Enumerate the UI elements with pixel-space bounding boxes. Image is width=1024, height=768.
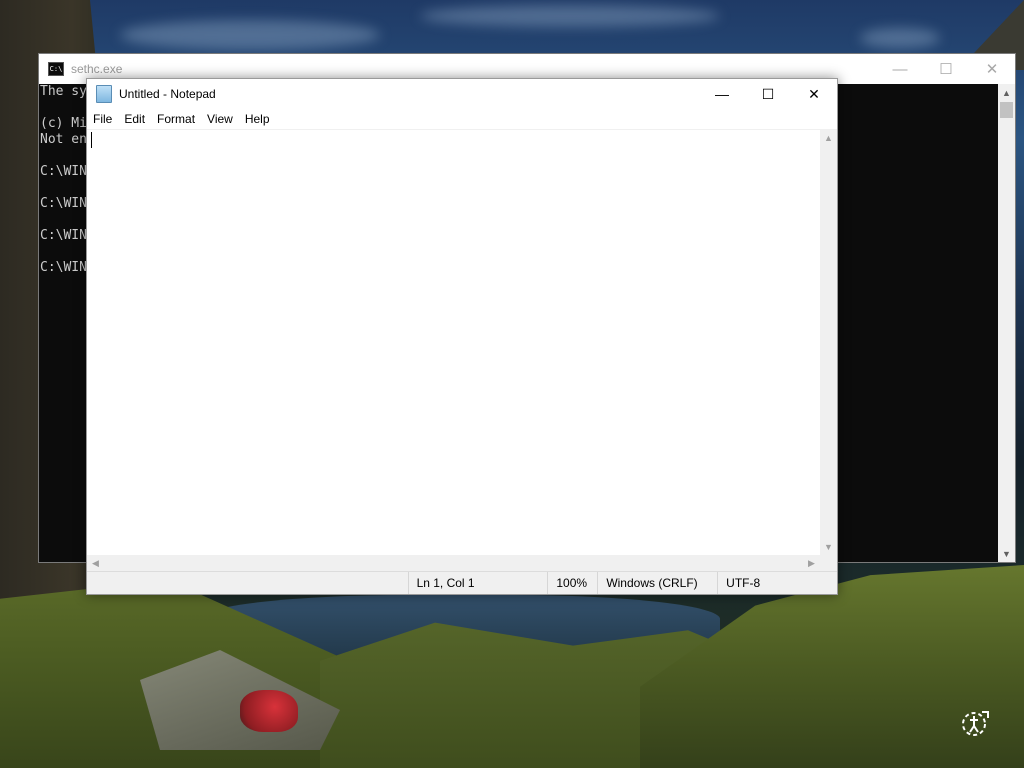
cloud bbox=[860, 28, 940, 48]
notepad-vertical-scrollbar[interactable]: ▲ ▼ bbox=[820, 129, 837, 555]
menu-view[interactable]: View bbox=[201, 109, 239, 129]
console-maximize-button[interactable]: ☐ bbox=[923, 54, 969, 84]
status-cursor-position: Ln 1, Col 1 bbox=[407, 572, 548, 594]
scroll-left-icon[interactable]: ◀ bbox=[87, 558, 104, 569]
notepad-minimize-button[interactable]: — bbox=[699, 79, 745, 109]
status-spacer bbox=[87, 572, 408, 594]
notepad-maximize-button[interactable]: ☐ bbox=[745, 79, 791, 109]
status-line-endings: Windows (CRLF) bbox=[597, 572, 717, 594]
cloud bbox=[420, 5, 720, 27]
scrollbar-corner bbox=[820, 555, 837, 572]
console-close-button[interactable]: ✕ bbox=[969, 54, 1015, 84]
console-minimize-button[interactable]: — bbox=[877, 54, 923, 84]
text-caret bbox=[91, 132, 92, 148]
menu-help[interactable]: Help bbox=[239, 109, 276, 129]
status-zoom: 100% bbox=[547, 572, 597, 594]
scroll-right-icon[interactable]: ▶ bbox=[803, 558, 820, 569]
scroll-up-icon[interactable]: ▲ bbox=[820, 129, 837, 146]
notepad-horizontal-scrollbar[interactable]: ◀ ▶ bbox=[87, 555, 820, 572]
notepad-status-bar: Ln 1, Col 1 100% Windows (CRLF) UTF-8 bbox=[87, 571, 837, 594]
notepad-close-button[interactable]: ✕ bbox=[791, 79, 837, 109]
menu-edit[interactable]: Edit bbox=[118, 109, 151, 129]
console-app-icon: C:\ bbox=[48, 62, 64, 76]
notepad-window[interactable]: Untitled - Notepad — ☐ ✕ File Edit Forma… bbox=[86, 78, 838, 595]
console-scrollbar[interactable]: ▲ ▼ bbox=[998, 84, 1015, 562]
ease-of-access-icon[interactable] bbox=[958, 706, 992, 740]
console-title: sethc.exe bbox=[71, 62, 123, 76]
scroll-down-icon[interactable]: ▼ bbox=[998, 545, 1015, 562]
scroll-up-icon[interactable]: ▲ bbox=[998, 84, 1015, 101]
backpack bbox=[240, 690, 298, 732]
notepad-titlebar[interactable]: Untitled - Notepad — ☐ ✕ bbox=[87, 79, 837, 109]
notepad-title: Untitled - Notepad bbox=[119, 87, 216, 101]
notepad-menubar: File Edit Format View Help bbox=[87, 109, 837, 129]
console-scroll-thumb[interactable] bbox=[1000, 102, 1013, 118]
menu-format[interactable]: Format bbox=[151, 109, 201, 129]
console-window-controls: — ☐ ✕ bbox=[877, 54, 1015, 84]
status-encoding: UTF-8 bbox=[717, 572, 837, 594]
menu-file[interactable]: File bbox=[87, 109, 118, 129]
notepad-app-icon bbox=[96, 85, 112, 103]
notepad-text-area[interactable] bbox=[87, 129, 820, 555]
cloud bbox=[120, 20, 380, 50]
scroll-down-icon[interactable]: ▼ bbox=[820, 538, 837, 555]
notepad-window-controls: — ☐ ✕ bbox=[699, 79, 837, 109]
